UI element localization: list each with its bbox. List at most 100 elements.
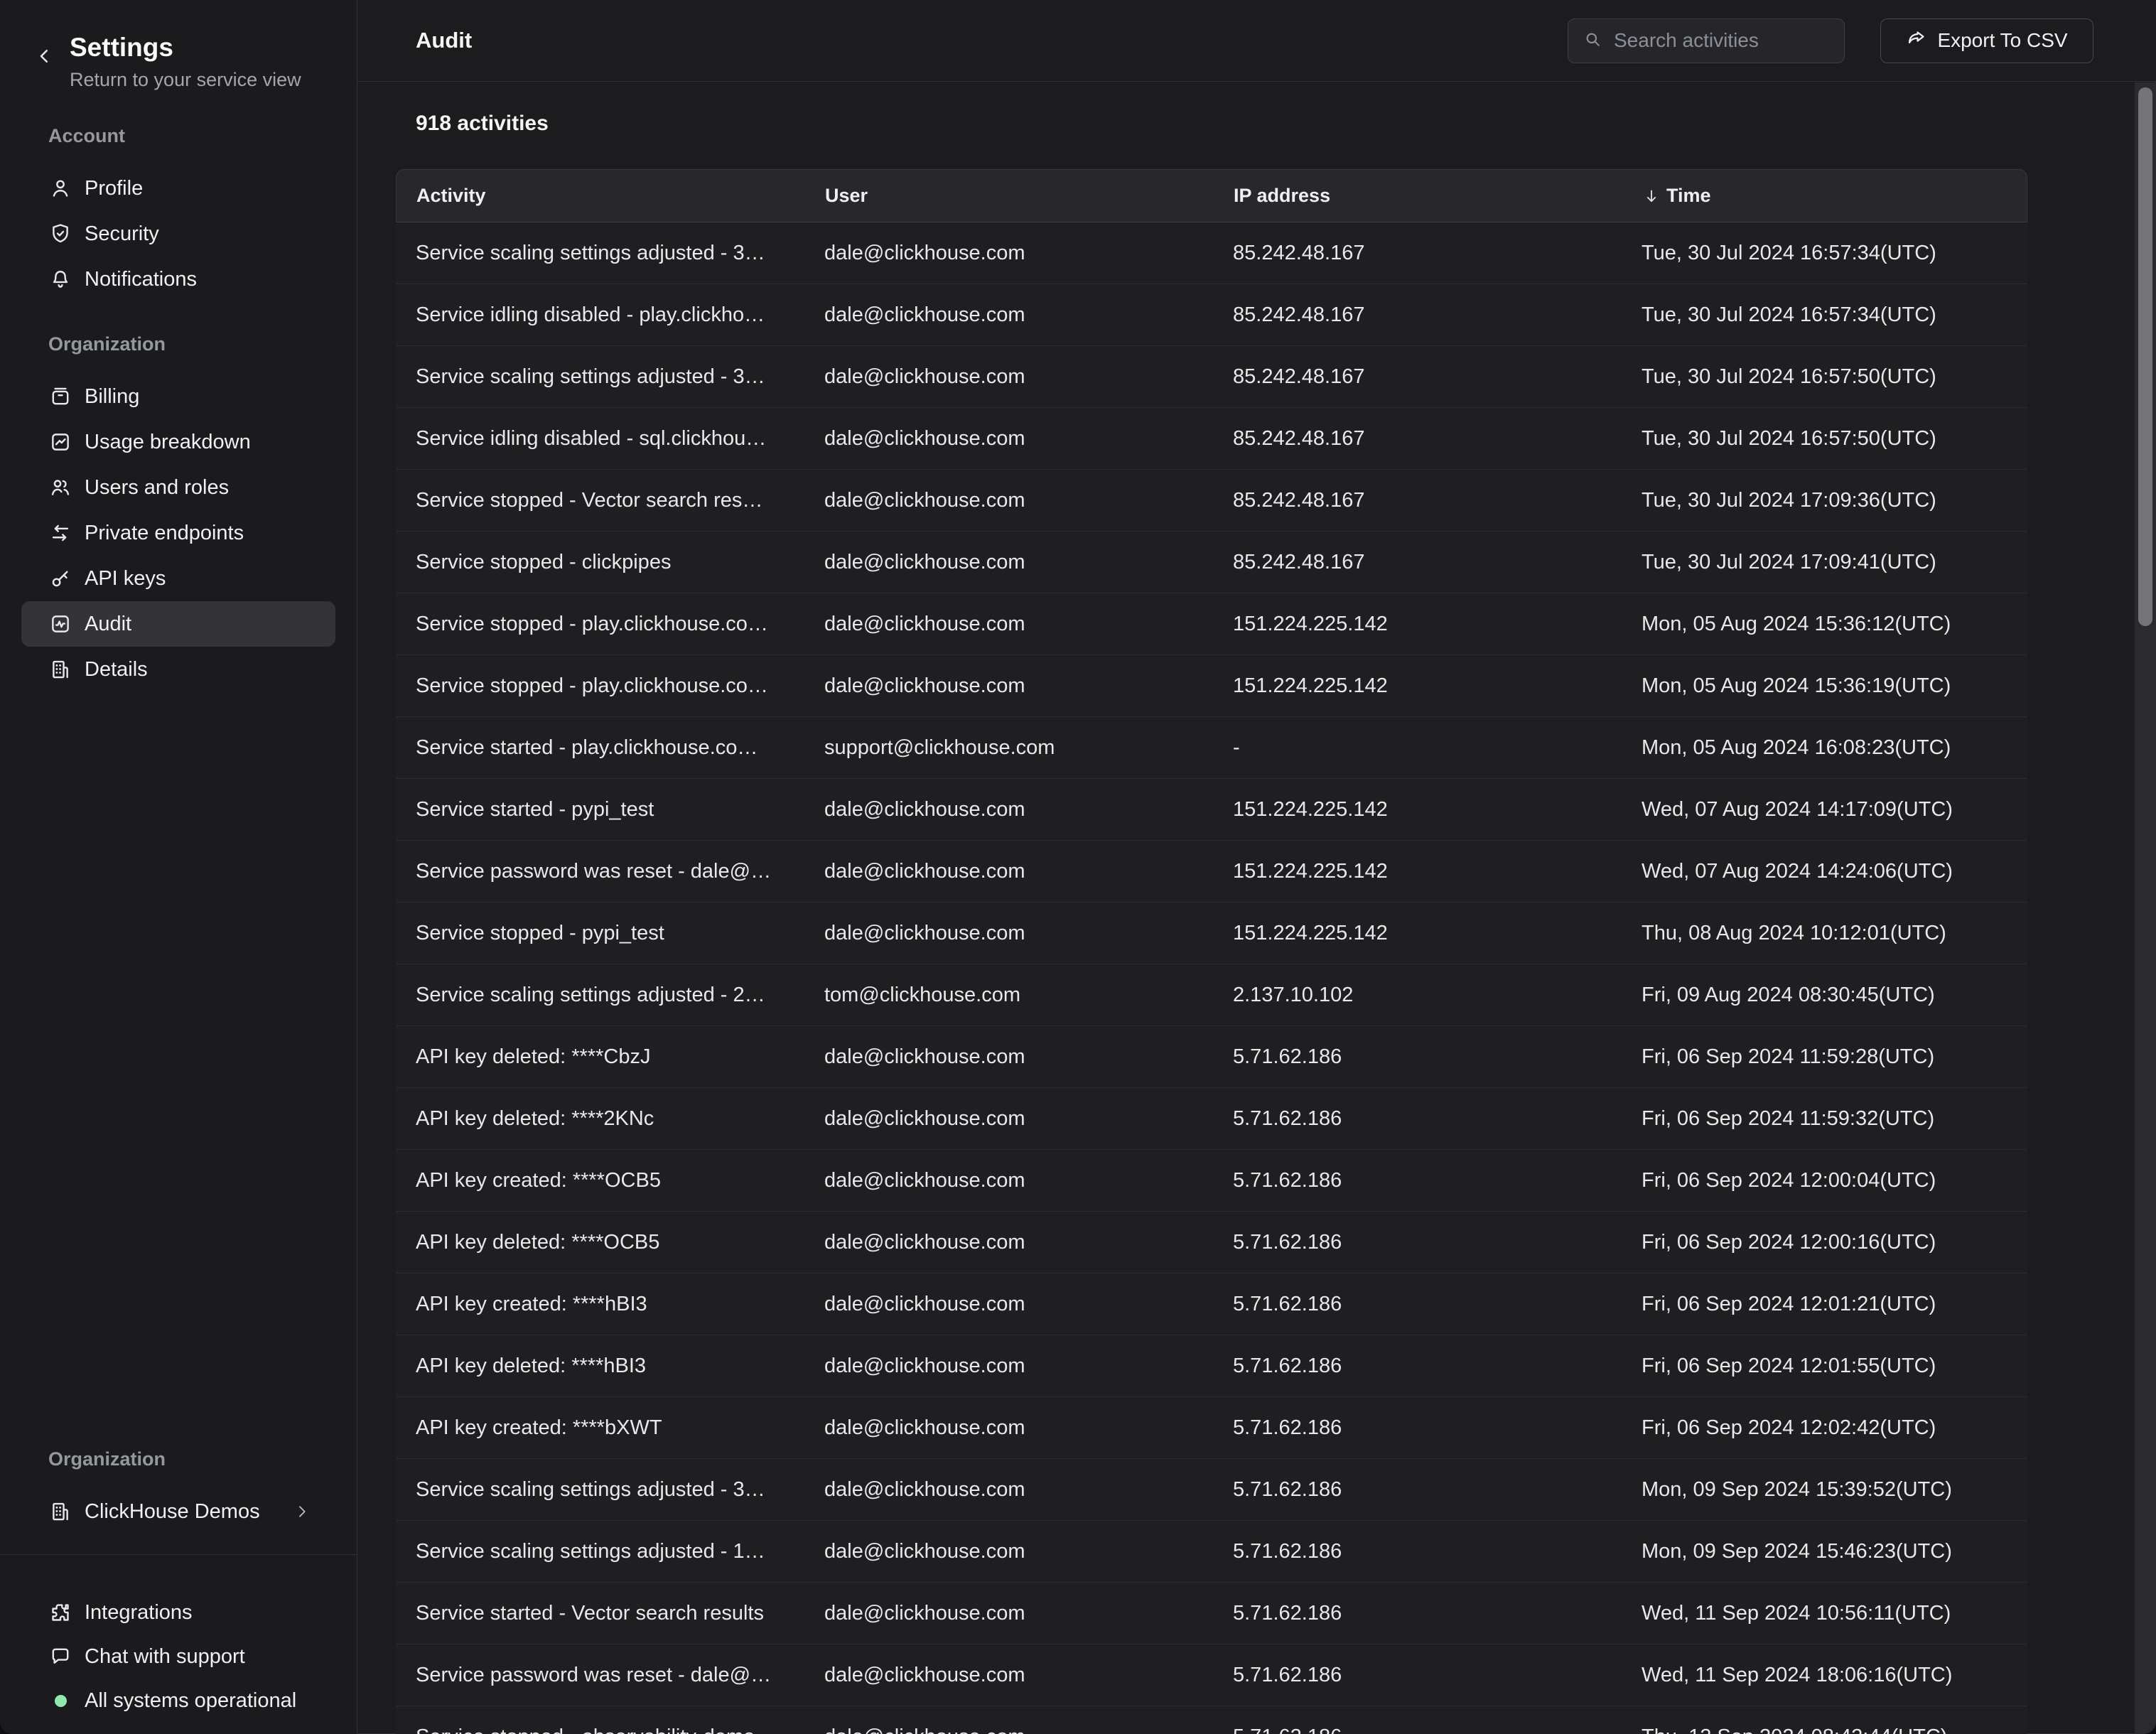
cell-ip: 85.242.48.167 xyxy=(1213,427,1622,451)
table-row[interactable]: Service idling disabled - sql.clickhou…d… xyxy=(396,408,2027,470)
cell-time: Fri, 06 Sep 2024 12:01:21(UTC) xyxy=(1622,1293,2027,1316)
app-window: Settings Return to your service view Acc… xyxy=(0,0,2156,1734)
table-row[interactable]: Service scaling settings adjusted - 3…da… xyxy=(396,222,2027,284)
cell-time: Wed, 07 Aug 2024 14:17:09(UTC) xyxy=(1622,798,2027,822)
cell-activity: Service stopped - pypi_test xyxy=(396,922,804,945)
org-switcher-item[interactable]: ClickHouse Demos xyxy=(21,1489,335,1534)
section-label-account: Account xyxy=(48,125,357,147)
sidebar-item-notifications[interactable]: Notifications xyxy=(21,257,335,302)
table-row[interactable]: Service stopped - play.clickhouse.co…dal… xyxy=(396,655,2027,717)
cell-user: support@clickhouse.com xyxy=(804,736,1213,760)
sidebar-item-profile[interactable]: Profile xyxy=(21,166,335,211)
cell-user: dale@clickhouse.com xyxy=(804,922,1213,945)
cell-user: dale@clickhouse.com xyxy=(804,860,1213,883)
table-row[interactable]: Service scaling settings adjusted - 3…da… xyxy=(396,1459,2027,1521)
page-title: Audit xyxy=(416,28,472,53)
cell-ip: - xyxy=(1213,736,1622,760)
cell-user: dale@clickhouse.com xyxy=(804,1725,1213,1734)
table-row[interactable]: Service stopped - Vector search res…dale… xyxy=(396,470,2027,532)
cell-ip: 151.224.225.142 xyxy=(1213,798,1622,822)
table-row[interactable]: Service stopped - pypi_testdale@clickhou… xyxy=(396,903,2027,964)
column-header-user[interactable]: User xyxy=(805,185,1214,207)
search-input[interactable] xyxy=(1612,28,1830,53)
table-row[interactable]: Service password was reset - dale@…dale@… xyxy=(396,1644,2027,1706)
cell-user: dale@clickhouse.com xyxy=(804,1540,1213,1563)
sidebar-item-usage-breakdown[interactable]: Usage breakdown xyxy=(21,419,335,465)
key-icon xyxy=(48,566,72,591)
cell-time: Tue, 30 Jul 2024 17:09:36(UTC) xyxy=(1622,489,2027,512)
cell-time: Fri, 06 Sep 2024 11:59:32(UTC) xyxy=(1622,1107,2027,1131)
column-header-ip[interactable]: IP address xyxy=(1214,185,1622,207)
search-box[interactable] xyxy=(1568,18,1845,63)
cell-user: dale@clickhouse.com xyxy=(804,674,1213,698)
table-row[interactable]: Service scaling settings adjusted - 2…to… xyxy=(396,964,2027,1026)
sidebar-item-private-endpoints[interactable]: Private endpoints xyxy=(21,510,335,556)
building-icon xyxy=(48,657,72,682)
cell-time: Tue, 30 Jul 2024 16:57:50(UTC) xyxy=(1622,427,2027,451)
table-row[interactable]: Service password was reset - dale@…dale@… xyxy=(396,841,2027,903)
export-arrow-icon xyxy=(1906,28,1927,54)
table-row[interactable]: API key created: ****OCB5dale@clickhouse… xyxy=(396,1150,2027,1212)
table-row[interactable]: Service started - Vector search resultsd… xyxy=(396,1583,2027,1644)
chevron-right-icon xyxy=(293,1502,311,1521)
scrollbar-thumb[interactable] xyxy=(2138,87,2152,626)
cell-ip: 5.71.62.186 xyxy=(1213,1293,1622,1316)
usage-chart-icon xyxy=(48,430,72,454)
table-row[interactable]: API key created: ****bXWTdale@clickhouse… xyxy=(396,1397,2027,1459)
table-row[interactable]: API key created: ****hBI3dale@clickhouse… xyxy=(396,1273,2027,1335)
back-button[interactable] xyxy=(30,43,58,71)
cell-ip: 5.71.62.186 xyxy=(1213,1416,1622,1440)
table-row[interactable]: Service stopped - clickpipesdale@clickho… xyxy=(396,532,2027,593)
cell-user: dale@clickhouse.com xyxy=(804,1169,1213,1192)
table-row[interactable]: API key deleted: ****hBI3dale@clickhouse… xyxy=(396,1335,2027,1397)
table-row[interactable]: Service scaling settings adjusted - 1…da… xyxy=(396,1521,2027,1583)
cell-time: Tue, 30 Jul 2024 16:57:34(UTC) xyxy=(1622,242,2027,265)
scrollbar-track[interactable] xyxy=(2135,82,2156,1734)
main-area: Audit Export To CSV 918 activities Activ xyxy=(357,0,2156,1734)
section-organization: Organization BillingUsage breakdownUsers… xyxy=(0,333,357,692)
table-row[interactable]: Service stopped - play.clickhouse.co…dal… xyxy=(396,593,2027,655)
sidebar-item-details[interactable]: Details xyxy=(21,647,335,692)
sidebar-item-billing[interactable]: Billing xyxy=(21,374,335,419)
table-row[interactable]: API key deleted: ****2KNcdale@clickhouse… xyxy=(396,1088,2027,1150)
cell-user: tom@clickhouse.com xyxy=(804,984,1213,1007)
cell-time: Fri, 09 Aug 2024 08:30:45(UTC) xyxy=(1622,984,2027,1007)
table-row[interactable]: Service started - play.clickhouse.co…sup… xyxy=(396,717,2027,779)
cell-user: dale@clickhouse.com xyxy=(804,1107,1213,1131)
cell-user: dale@clickhouse.com xyxy=(804,365,1213,389)
cell-user: dale@clickhouse.com xyxy=(804,1416,1213,1440)
cell-time: Fri, 06 Sep 2024 11:59:28(UTC) xyxy=(1622,1045,2027,1069)
sidebar-item-integrations[interactable]: Integrations xyxy=(21,1590,335,1635)
sidebar-item-label: Audit xyxy=(85,613,131,636)
sidebar-item-label: Notifications xyxy=(85,268,197,291)
org-switcher-block: Organization ClickHouse Demos xyxy=(0,1448,357,1555)
cell-activity: API key created: ****hBI3 xyxy=(396,1293,804,1316)
cell-user: dale@clickhouse.com xyxy=(804,613,1213,636)
table-row[interactable]: API key deleted: ****OCB5dale@clickhouse… xyxy=(396,1212,2027,1273)
sidebar-item-users-and-roles[interactable]: Users and roles xyxy=(21,465,335,510)
cell-ip: 5.71.62.186 xyxy=(1213,1602,1622,1625)
cell-activity: Service scaling settings adjusted - 1… xyxy=(396,1540,804,1563)
cell-ip: 5.71.62.186 xyxy=(1213,1045,1622,1069)
sidebar-item-api-keys[interactable]: API keys xyxy=(21,556,335,601)
sidebar-item-chat-with-support[interactable]: Chat with support xyxy=(21,1635,335,1679)
sidebar-item-security[interactable]: Security xyxy=(21,211,335,257)
cell-activity: Service password was reset - dale@… xyxy=(396,1664,804,1687)
sidebar-item-label: Integrations xyxy=(85,1601,193,1625)
cell-user: dale@clickhouse.com xyxy=(804,427,1213,451)
column-header-time[interactable]: Time xyxy=(1622,185,2027,207)
table-row[interactable]: Service started - pypi_testdale@clickhou… xyxy=(396,779,2027,841)
table-row[interactable]: API key deleted: ****CbzJdale@clickhouse… xyxy=(396,1026,2027,1088)
sidebar-item-audit[interactable]: Audit xyxy=(21,601,335,647)
cell-activity: Service started - Vector search results xyxy=(396,1602,804,1625)
table-row[interactable]: Service stopped - observability-demodale… xyxy=(396,1706,2027,1734)
org-switcher-label: Organization xyxy=(48,1448,357,1470)
table-row[interactable]: Service scaling settings adjusted - 3…da… xyxy=(396,346,2027,408)
table-row[interactable]: Service idling disabled - play.clickho…d… xyxy=(396,284,2027,346)
sidebar-item-all-systems-operational[interactable]: All systems operational xyxy=(21,1679,335,1723)
cell-activity: Service stopped - play.clickhouse.co… xyxy=(396,613,804,636)
sidebar-item-label: Users and roles xyxy=(85,476,229,500)
column-header-activity[interactable]: Activity xyxy=(397,185,805,207)
user-icon xyxy=(48,176,72,200)
export-csv-button[interactable]: Export To CSV xyxy=(1880,18,2093,63)
